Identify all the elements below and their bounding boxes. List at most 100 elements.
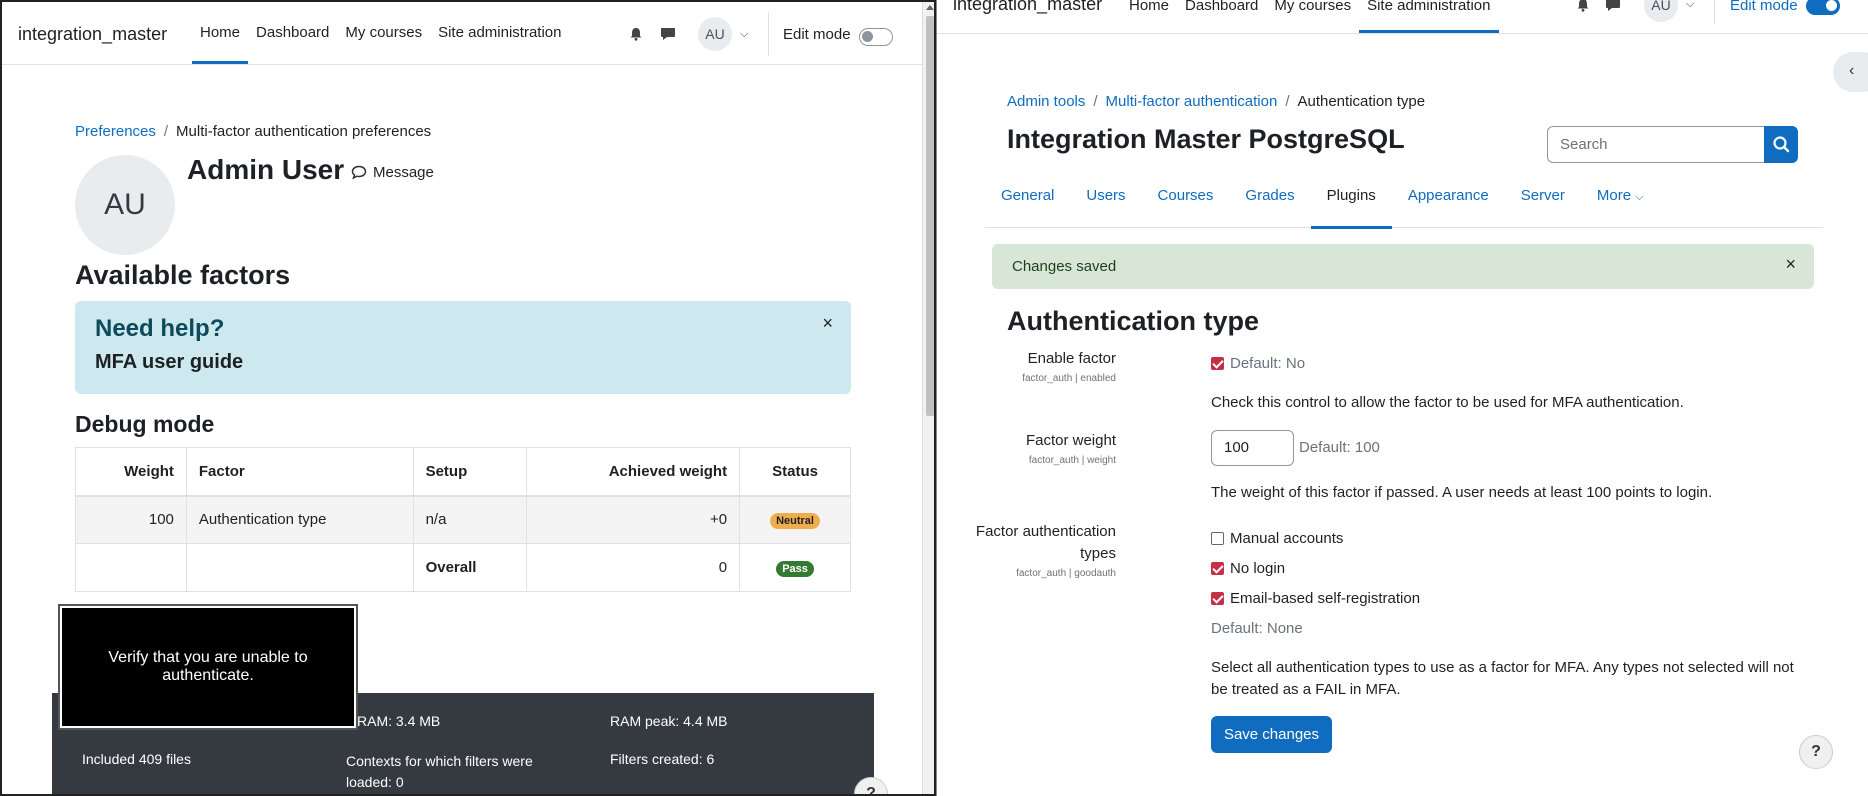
close-icon[interactable]: × (1785, 254, 1796, 275)
speech-bubble-icon (351, 165, 367, 180)
email-self-registration-label[interactable]: Email-based self-registration (1230, 590, 1420, 607)
factor-weight-default: Default: 100 (1299, 439, 1380, 456)
user-avatar-menu[interactable]: AU (1644, 0, 1678, 22)
breadcrumb-separator: / (1093, 93, 1098, 110)
cell-achieved: +0 (526, 495, 741, 544)
auth-types-description-line2: be treated as a FAIL in MFA. (1211, 681, 1401, 698)
admin-tabs: General Users Courses Grades Plugins App… (985, 178, 1823, 229)
help-button[interactable]: ? (1799, 735, 1833, 769)
factor-debug-table: Weight Factor Setup Achieved weight Stat… (75, 447, 851, 592)
nav-my-courses[interactable]: My courses (337, 2, 430, 64)
user-avatar-menu[interactable]: AU (698, 17, 732, 51)
auth-types-default: Default: None (1211, 620, 1303, 637)
footer-included-files: Included 409 files (82, 751, 191, 767)
save-changes-button[interactable]: Save changes (1211, 716, 1332, 753)
message-user-button[interactable]: Message (351, 164, 434, 181)
nav-home[interactable]: Home (192, 2, 249, 64)
alert-message: Changes saved (1012, 258, 1117, 275)
no-login-label[interactable]: No login (1230, 560, 1285, 577)
chevron-left-icon: ‹ (1849, 62, 1855, 79)
enable-factor-setting-name: factor_auth | enabled (1022, 373, 1116, 384)
notifications-bell-icon[interactable] (1576, 0, 1590, 12)
help-title: Need help? (95, 315, 225, 342)
message-label: Message (373, 164, 434, 181)
status-badge-pass: Pass (776, 560, 814, 577)
factor-weight-input[interactable]: 100 (1211, 430, 1294, 466)
tab-grades[interactable]: Grades (1229, 178, 1310, 228)
edit-mode-label: Edit mode (783, 26, 851, 43)
cell-overall-label: Overall (412, 543, 528, 592)
mfa-user-guide-link[interactable]: MFA user guide (95, 351, 243, 374)
left-browser-window: integration_master Home Dashboard My cou… (0, 0, 936, 796)
edit-mode-toggle[interactable] (859, 28, 893, 46)
chevron-down-icon[interactable]: ⌵ (1686, 0, 1694, 11)
tab-courses[interactable]: Courses (1142, 178, 1230, 228)
admin-search-input[interactable]: Search (1547, 126, 1765, 163)
footer-ram-peak: RAM peak: 4.4 MB (610, 713, 728, 729)
changes-saved-alert: Changes saved × (992, 244, 1814, 289)
cell-overall-status: Pass (739, 543, 851, 592)
enable-factor-checkbox[interactable] (1211, 357, 1224, 370)
primary-navigation: Home Dashboard My courses Site administr… (192, 2, 570, 64)
site-brand[interactable]: integration_master (953, 0, 1102, 15)
breadcrumb-current: Authentication type (1297, 93, 1426, 110)
search-icon (1773, 136, 1790, 153)
tab-server[interactable]: Server (1505, 178, 1581, 228)
help-info-box: Need help? MFA user guide × (75, 301, 851, 394)
manual-accounts-label[interactable]: Manual accounts (1230, 530, 1343, 547)
table-row: 100 Authentication type n/a +0 Neutral (75, 495, 851, 544)
factor-weight-setting-name: factor_auth | weight (1028, 455, 1116, 466)
auth-types-setting-name: factor_auth | goodauth (1016, 568, 1116, 579)
factor-weight-label: Factor weight (1025, 432, 1116, 449)
messages-chat-icon[interactable] (1605, 0, 1621, 12)
scroll-up-arrow-icon[interactable] (926, 5, 934, 10)
user-full-name: Admin User (187, 154, 345, 185)
no-login-checkbox[interactable] (1211, 562, 1224, 575)
cell-overall-achieved: 0 (526, 543, 741, 592)
available-factors-heading: Available factors (75, 260, 291, 290)
site-brand[interactable]: integration_master (18, 24, 167, 45)
cell-setup: n/a (412, 495, 528, 544)
primary-navigation: Home Dashboard My courses Site administr… (1121, 0, 1499, 33)
breadcrumb-separator: / (1285, 93, 1290, 110)
nav-my-courses[interactable]: My courses (1266, 0, 1359, 33)
page-scrollbar[interactable] (922, 2, 934, 794)
close-icon[interactable]: × (822, 313, 833, 334)
right-browser-window: integration_master Home Dashboard My cou… (936, 0, 1868, 796)
notifications-bell-icon[interactable] (629, 27, 643, 41)
auth-types-label-line2: types (1080, 545, 1116, 562)
open-block-drawer-button[interactable]: ‹ (1833, 52, 1868, 92)
scrollbar-thumb[interactable] (926, 16, 934, 416)
nav-site-administration[interactable]: Site administration (430, 2, 569, 64)
cell-factor: Authentication type (185, 495, 414, 544)
breadcrumb-preferences[interactable]: Preferences (75, 123, 156, 140)
email-self-registration-checkbox[interactable] (1211, 592, 1224, 605)
manual-accounts-checkbox[interactable] (1211, 532, 1224, 545)
footer-ram: RAM: 3.4 MB (357, 713, 441, 729)
tab-appearance[interactable]: Appearance (1392, 178, 1505, 228)
tab-plugins[interactable]: Plugins (1310, 178, 1393, 229)
settings-heading: Authentication type (1007, 306, 1260, 336)
nav-dashboard[interactable]: Dashboard (248, 2, 337, 64)
edit-mode-label: Edit mode (1730, 0, 1798, 14)
breadcrumb-admin-tools[interactable]: Admin tools (1007, 93, 1085, 110)
breadcrumb-mfa[interactable]: Multi-factor authentication (1106, 93, 1278, 110)
tab-users[interactable]: Users (1070, 178, 1141, 228)
chevron-down-icon[interactable]: ⌵ (740, 28, 748, 41)
nav-site-administration[interactable]: Site administration (1359, 0, 1499, 33)
tab-more[interactable]: More ⌵ (1581, 178, 1660, 228)
enable-factor-description: Check this control to allow the factor t… (1211, 394, 1684, 411)
primary-navbar: integration_master Home Dashboard My cou… (2, 2, 922, 65)
messages-chat-icon[interactable] (660, 27, 676, 41)
nav-dashboard[interactable]: Dashboard (1177, 0, 1266, 33)
edit-mode-toggle[interactable] (1806, 0, 1840, 15)
column-header-achieved-weight: Achieved weight (526, 447, 741, 497)
tab-general[interactable]: General (985, 178, 1070, 228)
chevron-down-icon: ⌵ (1635, 191, 1644, 203)
nav-home[interactable]: Home (1121, 0, 1177, 33)
auth-types-description-line1: Select all authentication types to use a… (1211, 659, 1794, 676)
search-submit-button[interactable] (1764, 126, 1798, 163)
column-header-weight: Weight (75, 447, 187, 497)
column-header-factor: Factor (185, 447, 414, 497)
column-header-status: Status (739, 447, 851, 497)
